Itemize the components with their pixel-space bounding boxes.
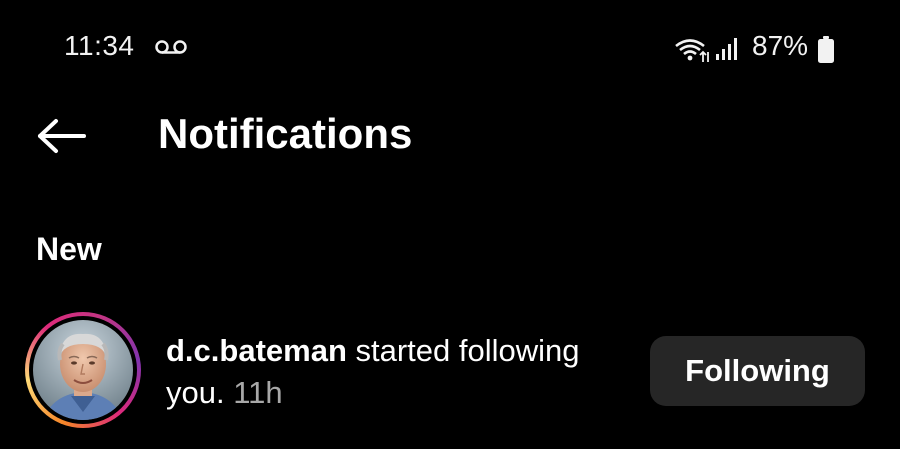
timestamp: 11h	[233, 375, 283, 410]
arrow-left-icon	[38, 119, 86, 153]
battery-icon	[817, 36, 835, 64]
wifi-icon	[674, 36, 710, 64]
back-button[interactable]	[28, 108, 92, 164]
notification-item[interactable]: d.c.bateman started following you. 11h F…	[0, 300, 900, 440]
signal-icon	[714, 36, 742, 62]
page-title: Notifications	[158, 110, 413, 157]
section-heading-new: New	[36, 231, 102, 267]
notification-text: d.c.bateman started following you. 11h	[166, 330, 636, 414]
following-button[interactable]: Following	[650, 336, 865, 406]
username-link[interactable]: d.c.bateman	[166, 333, 347, 368]
battery-percent: 87%	[752, 30, 809, 61]
status-time: 11:34	[64, 30, 135, 61]
story-ring[interactable]	[25, 312, 141, 428]
voicemail-icon	[154, 39, 188, 55]
status-bar: 11:34 87%	[0, 0, 900, 100]
avatar[interactable]	[33, 320, 133, 420]
